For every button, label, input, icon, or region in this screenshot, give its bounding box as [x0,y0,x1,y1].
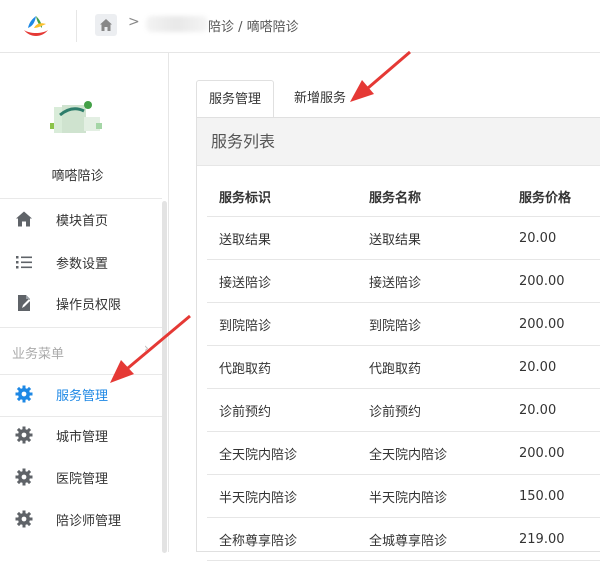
sidebar-item-operator-permissions[interactable]: 操作员权限 [0,283,162,323]
sidebar-item-label: 模块首页 [56,213,109,229]
table-row[interactable]: 全天院内陪诊 全天院内陪诊 200.00 [207,431,600,475]
sidebar-item-settings[interactable]: 参数设置 [0,242,162,282]
table-cell: 20.00 [507,345,600,389]
panel-title: 服务列表 [197,118,600,166]
tab-add-service[interactable]: 新增服务 [280,80,360,118]
table-cell: 全天院内陪诊 [357,431,507,475]
table-body: 送取结果 送取结果 20.00 接送陪诊 接送陪诊 200.00 到院陪诊 到院陪诊 200.0… [207,216,600,561]
service-table: 服务标识 服务名称 服务价格 送取结果 送取结果 20.00 接送陪诊 接送陪诊 200.… [207,176,600,561]
table-row[interactable]: 接送陪诊 接送陪诊 200.00 [207,259,600,303]
sidebar-item-label: 医院管理 [56,471,109,487]
table-row[interactable]: 半天院内陪诊 半天院内陪诊 150.00 [207,474,600,518]
column-header[interactable]: 服务名称 [357,176,507,217]
gear-icon [14,509,34,529]
table-cell: 20.00 [507,388,600,432]
table-cell: 20.00 [507,216,600,260]
header-divider [76,10,77,42]
table-row[interactable]: 全称尊享陪诊 全城尊享陪诊 219.00 [207,517,600,561]
sidebar: 嘀嗒陪诊 模块首页 参数设置 操作员权限 业务菜单 › 服务管理 城市管理 医院… [0,53,169,553]
table-cell: 全城尊享陪诊 [357,517,507,561]
column-header[interactable]: 服务标识 [207,176,357,217]
table-cell: 代跑取药 [207,345,357,389]
gear-icon [14,384,34,404]
table-cell: 200.00 [507,259,600,303]
table-cell: 到院陪诊 [207,302,357,346]
table-cell: 接送陪诊 [207,259,357,303]
table-header-row: 服务标识 服务名称 服务价格 [207,176,600,217]
gear-icon [14,467,34,487]
sidebar-item-module-home[interactable]: 模块首页 [0,199,162,239]
table-cell: 219.00 [507,517,600,561]
breadcrumb-home-button[interactable] [95,14,117,36]
module-name: 嘀嗒陪诊 [51,169,104,184]
sidebar-item-service-management[interactable]: 服务管理 [0,374,162,414]
list-icon [14,252,34,272]
sidebar-divider [0,327,162,328]
table-cell: 全称尊享陪诊 [207,517,357,561]
service-list-panel: 服务列表 服务标识 服务名称 服务价格 送取结果 送取结果 20.00 接送陪诊 接送陪… [196,117,600,561]
table-cell: 诊前预约 [207,388,357,432]
gear-icon [14,425,34,445]
table-cell: 代跑取药 [357,345,507,389]
table-cell: 到院陪诊 [357,302,507,346]
sidebar-item-label: 操作员权限 [56,297,122,313]
module-logo-icon [50,101,102,133]
column-header[interactable]: 服务价格 [507,176,600,217]
table-row[interactable]: 诊前预约 诊前预约 20.00 [207,388,600,432]
sidebar-section-business-menu: 业务菜单 [12,347,65,362]
sidebar-item-escort-management[interactable]: 陪诊师管理 [0,499,162,539]
sidebar-scrollbar[interactable] [162,201,167,553]
home-icon [100,19,112,31]
table-cell: 150.00 [507,474,600,518]
table-cell: 接送陪诊 [357,259,507,303]
sidebar-item-city-management[interactable]: 城市管理 [0,415,162,455]
table-cell: 送取结果 [207,216,357,260]
sidebar-item-label: 参数设置 [56,256,109,272]
sidebar-item-label: 服务管理 [56,388,109,404]
sidebar-item-label: 陪诊师管理 [56,513,122,529]
breadcrumb-redacted [146,16,208,32]
table-cell: 诊前预约 [357,388,507,432]
breadcrumb-separator: > [128,14,140,30]
table-cell: 200.00 [507,302,600,346]
chevron-right-icon[interactable]: › [144,341,149,355]
tab-service-management[interactable]: 服务管理 [196,80,274,118]
top-header: > 陪诊 / 嘀嗒陪诊 [0,0,600,53]
breadcrumb-path[interactable]: 陪诊 / 嘀嗒陪诊 [208,16,299,35]
table-row[interactable]: 代跑取药 代跑取药 20.00 [207,345,600,389]
table-cell: 全天院内陪诊 [207,431,357,475]
table-cell: 半天院内陪诊 [207,474,357,518]
home-icon [14,209,34,229]
table-cell: 半天院内陪诊 [357,474,507,518]
app-logo-icon[interactable] [20,12,52,40]
sidebar-item-hospital-management[interactable]: 医院管理 [0,457,162,497]
table-cell: 200.00 [507,431,600,475]
sidebar-item-label: 城市管理 [56,429,109,445]
table-row[interactable]: 送取结果 送取结果 20.00 [207,216,600,260]
table-cell: 送取结果 [357,216,507,260]
document-edit-icon [14,293,34,313]
table-row[interactable]: 到院陪诊 到院陪诊 200.00 [207,302,600,346]
